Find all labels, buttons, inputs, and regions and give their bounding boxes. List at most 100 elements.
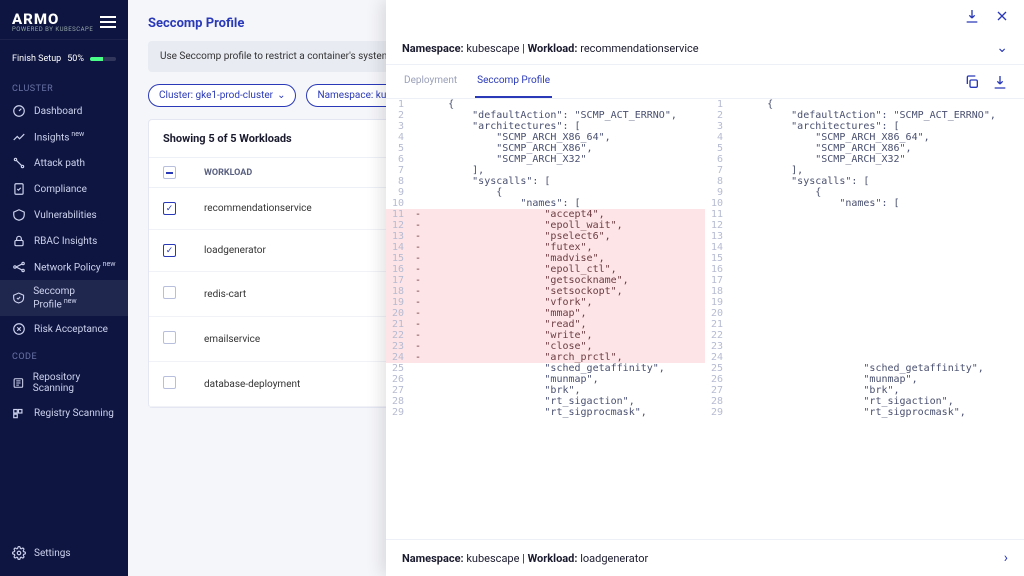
- sidebar-item-attack[interactable]: Attack path: [0, 150, 128, 176]
- diff-line: 19- "vfork",: [386, 297, 705, 308]
- sidebar-item-label: RBAC Insights: [34, 236, 97, 247]
- filter-cluster[interactable]: Cluster: gke1-prod-cluster⌄: [148, 84, 296, 107]
- diff-line: 20: [705, 308, 1024, 319]
- diff-line: 1 {: [705, 99, 1024, 110]
- diff-line: 22- "write",: [386, 330, 705, 341]
- close-icon[interactable]: [994, 8, 1010, 24]
- diff-line: 14- "futex",: [386, 242, 705, 253]
- diff-line: 4 "SCMP_ARCH_X86_64",: [705, 132, 1024, 143]
- diff-line: 17: [705, 275, 1024, 286]
- sidebar-item-seccomp[interactable]: Seccomp Profilenew: [0, 280, 128, 316]
- diff-line: 23- "close",: [386, 341, 705, 352]
- diff-line: 8 "syscalls": [: [386, 176, 705, 187]
- tab-seccomp[interactable]: Seccomp Profile: [475, 65, 552, 98]
- sidebar: ARMO POWERED BY KUBESCAPE Finish Setup 5…: [0, 0, 128, 576]
- sidebar-item-label: Seccomp Profilenew: [33, 286, 116, 310]
- diff-line: 24: [705, 352, 1024, 363]
- diff-line: 12: [705, 220, 1024, 231]
- diff-line: 6 "SCMP_ARCH_X32": [705, 154, 1024, 165]
- download-icon[interactable]: [964, 8, 980, 24]
- row-checkbox[interactable]: [163, 331, 176, 344]
- finish-setup[interactable]: Finish Setup 50%: [0, 39, 128, 74]
- diff-left[interactable]: 1 {2 "defaultAction": "SCMP_ACT_ERRNO",3…: [386, 99, 705, 539]
- chevron-down-icon[interactable]: ⌄: [996, 40, 1008, 56]
- sidebar-item-label: Attack path: [34, 158, 85, 169]
- tab-deployment[interactable]: Deployment: [402, 65, 459, 98]
- row-checkbox[interactable]: [163, 244, 176, 257]
- diff-line: 18: [705, 286, 1024, 297]
- sidebar-item-label: Network Policynew: [34, 260, 115, 273]
- section-cluster: CLUSTER: [0, 74, 128, 98]
- menu-toggle-icon[interactable]: [100, 16, 116, 28]
- compliance-icon: [12, 182, 26, 196]
- diff-line: 10 "names": [: [386, 198, 705, 209]
- diff-line: 28 "rt_sigaction",: [705, 396, 1024, 407]
- diff-line: 4 "SCMP_ARCH_X86_64",: [386, 132, 705, 143]
- main: Seccomp Profile Use Seccomp profile to r…: [128, 0, 1024, 576]
- finish-setup-bar: [90, 57, 116, 61]
- sidebar-item-label: Dashboard: [34, 106, 82, 117]
- diff-line: 15- "madvise",: [386, 253, 705, 264]
- diff-line: 5 "SCMP_ARCH_X86",: [705, 143, 1024, 154]
- diff-line: 28 "rt_sigaction",: [386, 396, 705, 407]
- diff-line: 27 "brk",: [386, 385, 705, 396]
- diff-line: 13: [705, 231, 1024, 242]
- sidebar-item-label: Registry Scanning: [34, 408, 114, 419]
- rbac-icon: [12, 234, 26, 248]
- diff-line: 7 ],: [386, 165, 705, 176]
- diff-line: 21: [705, 319, 1024, 330]
- copy-icon[interactable]: [964, 74, 980, 90]
- diff-line: 10 "names": [: [705, 198, 1024, 209]
- sidebar-item-label: Insightsnew: [34, 130, 84, 143]
- row-checkbox[interactable]: [163, 376, 176, 389]
- sidebar-item-repo[interactable]: Repository Scanning: [0, 366, 128, 400]
- panel-footer[interactable]: Namespace: kubescape | Workload: loadgen…: [386, 539, 1024, 576]
- sidebar-item-registry[interactable]: Registry Scanning: [0, 400, 128, 426]
- diff-line: 5 "SCMP_ARCH_X86",: [386, 143, 705, 154]
- sidebar-item-risk[interactable]: Risk Acceptance: [0, 316, 128, 342]
- finish-setup-label: Finish Setup: [12, 54, 61, 64]
- diff-right[interactable]: 1 {2 "defaultAction": "SCMP_ACT_ERRNO",3…: [705, 99, 1024, 539]
- diff-line: 11- "accept4",: [386, 209, 705, 220]
- vuln-icon: [12, 208, 26, 222]
- diff-line: 9 {: [705, 187, 1024, 198]
- diff-line: 11: [705, 209, 1024, 220]
- sidebar-item-compliance[interactable]: Compliance: [0, 176, 128, 202]
- diff-line: 26 "munmap",: [705, 374, 1024, 385]
- diff-line: 23: [705, 341, 1024, 352]
- diff-line: 16- "epoll_ctl",: [386, 264, 705, 275]
- sidebar-item-settings[interactable]: Settings: [0, 540, 128, 566]
- diff-line: 6 "SCMP_ARCH_X32": [386, 154, 705, 165]
- diff-line: 14: [705, 242, 1024, 253]
- sidebar-item-insights[interactable]: Insightsnew: [0, 124, 128, 150]
- select-all-checkbox[interactable]: [163, 166, 176, 179]
- diff-line: 19: [705, 297, 1024, 308]
- sidebar-item-netpol[interactable]: Network Policynew: [0, 254, 128, 280]
- diff-line: 12- "epoll_wait",: [386, 220, 705, 231]
- gear-icon: [12, 546, 26, 560]
- panel-header[interactable]: Namespace: kubescape | Workload: recomme…: [386, 32, 1024, 65]
- diff-line: 29 "rt_sigprocmask",: [386, 407, 705, 418]
- diff-line: 1 {: [386, 99, 705, 110]
- download-icon[interactable]: [992, 74, 1008, 90]
- chevron-right-icon[interactable]: ›: [1004, 550, 1008, 566]
- diff-line: 26 "munmap",: [386, 374, 705, 385]
- seccomp-panel: Namespace: kubescape | Workload: recomme…: [386, 0, 1024, 576]
- sidebar-item-label: Settings: [34, 548, 71, 559]
- sidebar-item-label: Vulnerabilities: [34, 210, 97, 221]
- diff-line: 18- "setsockopt",: [386, 286, 705, 297]
- sidebar-item-vuln[interactable]: Vulnerabilities: [0, 202, 128, 228]
- diff-line: 21- "read",: [386, 319, 705, 330]
- risk-icon: [12, 322, 26, 336]
- diff-line: 7 ],: [705, 165, 1024, 176]
- chevron-down-icon: ⌄: [277, 90, 285, 101]
- diff-line: 13- "pselect6",: [386, 231, 705, 242]
- sidebar-item-label: Repository Scanning: [33, 372, 116, 394]
- finish-setup-pct: 50%: [67, 54, 84, 64]
- row-checkbox[interactable]: [163, 202, 176, 215]
- diff-line: 9 {: [386, 187, 705, 198]
- sidebar-item-dashboard[interactable]: Dashboard: [0, 98, 128, 124]
- sidebar-item-rbac[interactable]: RBAC Insights: [0, 228, 128, 254]
- diff-line: 24- "arch_prctl",: [386, 352, 705, 363]
- row-checkbox[interactable]: [163, 286, 176, 299]
